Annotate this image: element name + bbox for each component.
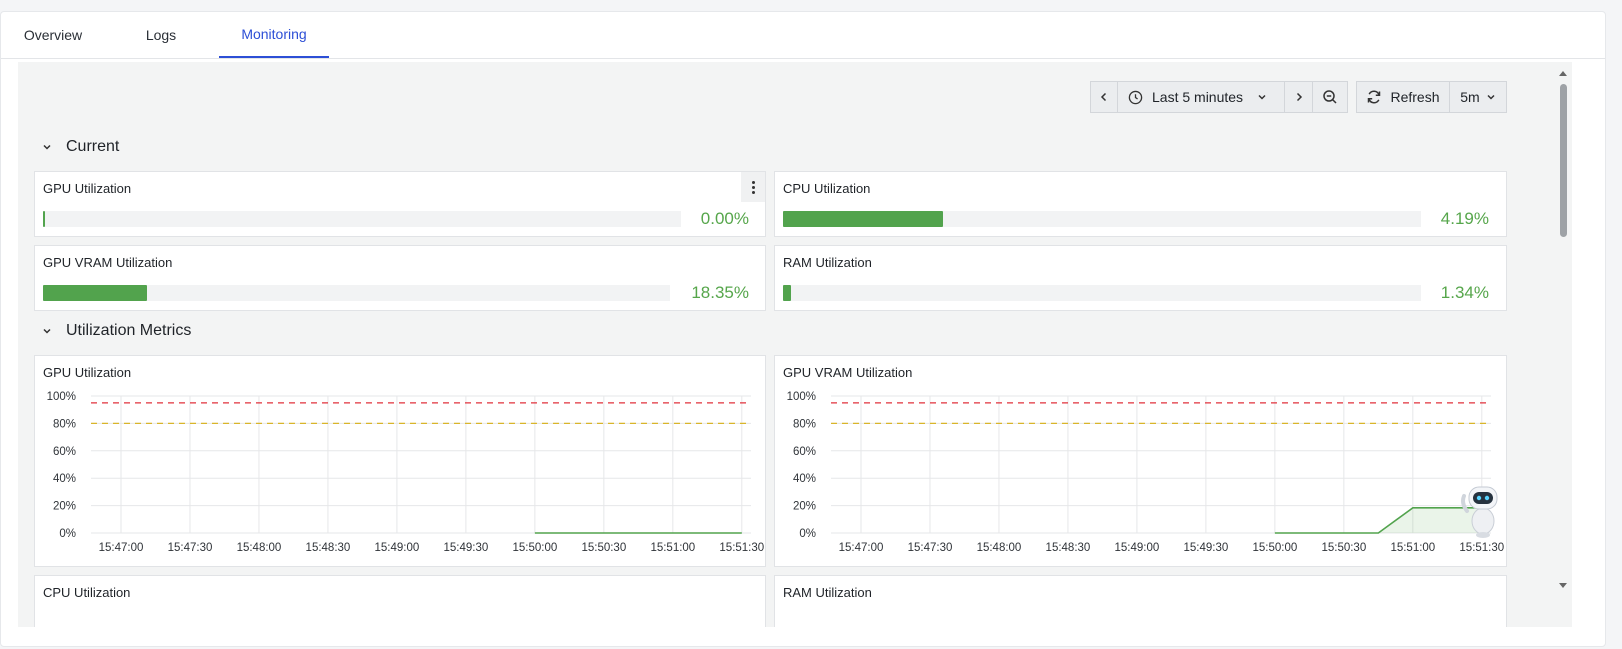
chart-card-cpu-utilization: CPU Utilization <box>34 575 766 627</box>
y-tick-label: 0% <box>799 528 816 540</box>
x-tick-label: 15:49:00 <box>375 542 420 554</box>
tab-monitoring[interactable]: Monitoring <box>219 12 329 58</box>
time-back-button[interactable] <box>1090 81 1118 113</box>
stat-card-gpu-vram-utilization: GPU VRAM Utilization 18.35% <box>34 245 766 311</box>
y-tick-label: 20% <box>53 501 76 513</box>
y-tick-label: 80% <box>53 418 76 430</box>
chevron-down-icon <box>1486 92 1496 102</box>
refresh-button[interactable]: Refresh <box>1356 81 1450 113</box>
stat-card-gpu-utilization: GPU Utilization 0.00% <box>34 171 766 237</box>
x-tick-label: 15:50:00 <box>512 542 557 554</box>
zoom-out-button[interactable] <box>1312 81 1348 113</box>
y-tick-label: 100% <box>47 391 76 403</box>
y-tick-label: 40% <box>793 473 816 485</box>
stat-card-title: GPU VRAM Utilization <box>43 255 173 270</box>
gauge-track <box>783 285 1421 301</box>
refresh-icon <box>1366 89 1382 105</box>
time-range-label: Last 5 minutes <box>1152 89 1244 105</box>
chart-title: CPU Utilization <box>43 585 131 600</box>
x-tick-label: 15:48:00 <box>977 542 1022 554</box>
gauge-track <box>43 285 670 301</box>
chart-gpu-vram-utilization: 0% 20% 40% 60% 80% 100% 15:47:00 15:47:30 15:48:… <box>787 391 1505 554</box>
gauge-track <box>783 211 1421 227</box>
y-tick-label: 0% <box>59 528 76 540</box>
x-tick-label: 15:47:30 <box>908 542 953 554</box>
stat-card-title: GPU Utilization <box>43 181 132 196</box>
tab-bar: Overview Logs Monitoring <box>1 12 1605 59</box>
chart-title: GPU VRAM Utilization <box>783 365 913 380</box>
x-tick-label: 15:47:00 <box>839 542 884 554</box>
panel-menu-button[interactable] <box>741 172 765 202</box>
chart-card-gpu-vram-utilization: GPU VRAM Utilization 0% 20% 40% 60% 80% 100% 1… <box>774 355 1507 567</box>
stat-value: 1.34% <box>1440 283 1489 302</box>
x-tick-label: 15:49:30 <box>444 542 489 554</box>
gauge-fill <box>43 285 147 301</box>
x-tick-label: 15:47:00 <box>99 542 144 554</box>
stat-value: 4.19% <box>1440 209 1489 228</box>
gauge-fill <box>783 285 791 301</box>
refresh-interval-picker[interactable]: 5m <box>1449 81 1507 113</box>
section-utilization-metrics[interactable]: Utilization Metrics <box>38 322 191 340</box>
stat-card-title: CPU Utilization <box>783 181 871 196</box>
x-tick-label: 15:51:00 <box>650 542 695 554</box>
x-tick-label: 15:47:30 <box>168 542 213 554</box>
tab-overview[interactable]: Overview <box>5 12 101 58</box>
gauge-track <box>43 211 681 227</box>
stat-value: 18.35% <box>691 283 749 302</box>
chevron-down-icon <box>38 142 56 152</box>
gauge-fill <box>43 211 45 227</box>
scrollbar[interactable] <box>1554 62 1572 627</box>
x-tick-label: 15:48:30 <box>1046 542 1091 554</box>
x-tick-label: 15:48:00 <box>237 542 282 554</box>
assistant-robot-button[interactable] <box>1458 481 1504 539</box>
x-tick-label: 15:51:00 <box>1390 542 1435 554</box>
x-tick-label: 15:50:30 <box>1321 542 1366 554</box>
x-tick-label: 15:48:30 <box>306 542 351 554</box>
y-tick-label: 60% <box>53 446 76 458</box>
x-tick-label: 15:50:30 <box>581 542 626 554</box>
stat-card-title: RAM Utilization <box>783 255 872 270</box>
chevron-right-icon <box>1294 92 1304 102</box>
y-tick-label: 80% <box>793 418 816 430</box>
section-current-title: Current <box>66 138 120 155</box>
dashboard-panel: Last 5 minutes Refresh 5m Current GPU Ut… <box>18 62 1572 627</box>
stat-card-ram-utilization: RAM Utilization 1.34% <box>774 245 1507 311</box>
time-range-picker[interactable]: Last 5 minutes <box>1117 81 1285 113</box>
series-area <box>1274 507 1482 533</box>
chart-title: GPU Utilization <box>43 365 132 380</box>
clock-icon <box>1128 90 1143 105</box>
x-tick-label: 15:49:00 <box>1115 542 1160 554</box>
stat-value: 0.00% <box>700 209 749 228</box>
section-current[interactable]: Current <box>38 138 119 156</box>
x-tick-label: 15:49:30 <box>1184 542 1229 554</box>
time-forward-button[interactable] <box>1284 81 1313 113</box>
zoom-out-icon <box>1322 89 1338 105</box>
y-tick-label: 60% <box>793 446 816 458</box>
interval-label: 5m <box>1460 89 1480 105</box>
chart-title: RAM Utilization <box>783 585 872 600</box>
chart-card-gpu-utilization: GPU Utilization 0% 20% 40% 60% 80% 100% 15:47:… <box>34 355 766 567</box>
y-tick-label: 40% <box>53 473 76 485</box>
gauge-fill <box>783 211 943 227</box>
section-metrics-title: Utilization Metrics <box>66 322 192 339</box>
chevron-down-icon <box>38 326 56 336</box>
refresh-label: Refresh <box>1390 89 1440 105</box>
x-tick-label: 15:51:30 <box>719 542 764 554</box>
chevron-left-icon <box>1099 92 1109 102</box>
y-tick-label: 100% <box>787 391 816 403</box>
chevron-down-icon <box>1257 92 1267 102</box>
x-tick-label: 15:50:00 <box>1252 542 1297 554</box>
tab-logs[interactable]: Logs <box>113 12 209 58</box>
chart-gpu-utilization: 0% 20% 40% 60% 80% 100% 15:47:00 15:47:30 15:48:… <box>47 391 765 554</box>
stat-card-cpu-utilization: CPU Utilization 4.19% <box>774 171 1507 237</box>
chart-card-ram-utilization: RAM Utilization <box>774 575 1507 627</box>
x-tick-label: 15:51:30 <box>1459 542 1504 554</box>
y-tick-label: 20% <box>793 501 816 513</box>
